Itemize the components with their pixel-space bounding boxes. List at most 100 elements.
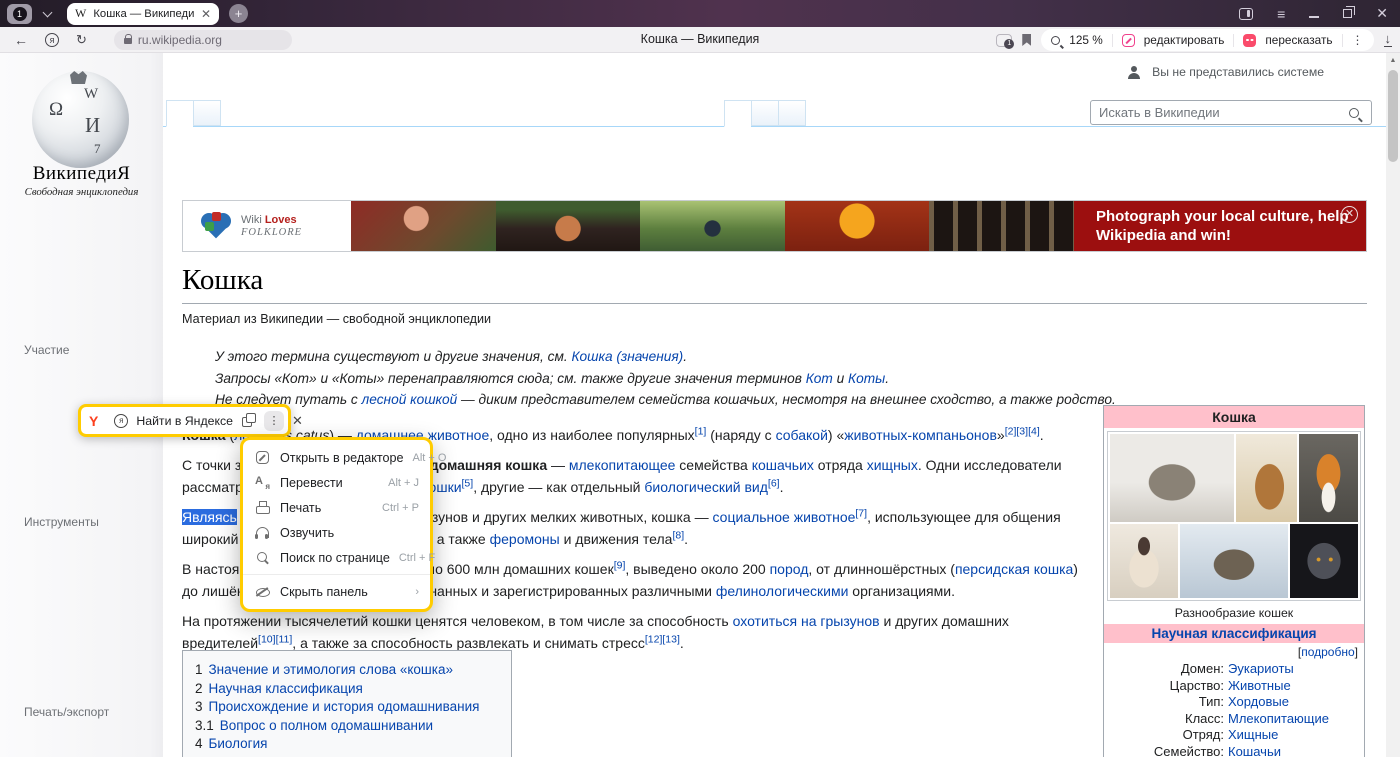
inline-link[interactable]: Коты	[848, 371, 885, 386]
taxonomy-value[interactable]: Животные	[1228, 678, 1291, 695]
wiki-tab[interactable]	[193, 100, 221, 126]
cat-photo-abyssinian[interactable]	[1236, 434, 1297, 522]
yandex-search-icon[interactable]: я	[114, 414, 128, 428]
edit-mode-icon[interactable]	[1122, 34, 1135, 47]
browser-tab[interactable]: W Кошка — Википедия ✕	[67, 3, 219, 25]
toc-link[interactable]: Вопрос о полном одомашнивании	[220, 718, 433, 733]
inline-link[interactable]: кошачьих	[752, 457, 814, 473]
inline-link[interactable]: Кошка (значения)	[571, 349, 683, 364]
reference-link[interactable]: [2]	[1005, 425, 1017, 437]
toc-item[interactable]: 2Научная классификация	[195, 680, 499, 699]
taxonomy-value[interactable]: Эукариоты	[1228, 661, 1294, 678]
reference-link[interactable]: [3]	[1016, 425, 1028, 437]
wiki-tab[interactable]	[166, 100, 193, 127]
retell-button[interactable]: пересказать	[1265, 33, 1332, 47]
reference-link[interactable]: [1]	[695, 425, 707, 437]
restore-icon[interactable]	[1343, 9, 1352, 18]
cat-photo-collage[interactable]	[1107, 431, 1361, 601]
cat-photo-tabby-lying[interactable]	[1110, 434, 1234, 522]
menu-item[interactable]: Поиск по странице Ctrl + F	[243, 545, 430, 570]
scrollbar-thumb[interactable]	[1388, 70, 1398, 162]
inline-link[interactable]: подробно	[1301, 645, 1354, 659]
inline-link[interactable]: хищных	[867, 457, 918, 473]
wikipedia-globe-logo[interactable]: ΩWИ7	[32, 71, 129, 168]
menu-icon[interactable]: ≡	[1277, 6, 1285, 22]
inline-link[interactable]: фелинологическими	[716, 583, 849, 599]
lock-icon[interactable]	[124, 38, 132, 44]
chat-panels-icon[interactable]	[1239, 8, 1253, 20]
reference-link[interactable]: [11]	[276, 633, 293, 645]
inline-link[interactable]: биологический вид	[644, 479, 768, 495]
taxonomy-value[interactable]: Кошачьи	[1228, 744, 1281, 757]
reference-link[interactable]: [9]	[614, 559, 626, 571]
inline-link[interactable]: феромоны	[490, 531, 560, 547]
search-in-yandex-button[interactable]: Найти в Яндексе	[136, 414, 233, 428]
cat-photo-tabby-snow[interactable]	[1180, 524, 1287, 598]
kebab-menu-icon[interactable]: ⋮	[264, 411, 284, 431]
inline-link[interactable]: социальное животное	[713, 509, 856, 525]
tab-group-badge[interactable]: 1	[7, 4, 32, 24]
toc-item[interactable]: 3.1Вопрос о полном одомашнивании	[195, 717, 499, 736]
wiki-tab[interactable]	[724, 100, 751, 127]
scroll-up-arrow[interactable]: ▲	[1386, 53, 1400, 64]
bookmark-icon[interactable]	[1022, 34, 1031, 46]
minimize-icon[interactable]	[1309, 16, 1319, 18]
yandex-icon[interactable]: я	[45, 33, 59, 47]
menu-item[interactable]: Печать Ctrl + P	[243, 495, 430, 520]
reference-link[interactable]: [7]	[855, 507, 867, 519]
zoom-icon[interactable]	[1051, 36, 1060, 45]
cat-photo-gray[interactable]	[1290, 524, 1358, 598]
back-icon[interactable]: ←	[14, 32, 28, 48]
toc-link[interactable]: Биология	[209, 736, 268, 751]
scrollbar[interactable]: ▲	[1386, 53, 1400, 757]
classification-header[interactable]: Научная классификация	[1104, 624, 1364, 643]
banner-message[interactable]: Photograph your local culture, help Wiki…	[1074, 201, 1366, 251]
close-icon[interactable]: ✕	[1376, 5, 1388, 22]
reference-link[interactable]: [6]	[768, 477, 780, 489]
new-tab-button[interactable]: +	[229, 4, 248, 23]
inline-link[interactable]: животных-компаньонов	[844, 427, 997, 443]
edit-button[interactable]: редактировать	[1144, 33, 1225, 47]
menu-item[interactable]: Озвучить	[243, 520, 430, 545]
zoom-level[interactable]: 125 %	[1069, 33, 1102, 47]
menu-item[interactable]: Открыть в редакторе Alt + O	[243, 445, 430, 470]
taxonomy-value[interactable]: Млекопитающие	[1228, 711, 1329, 728]
inline-link[interactable]: млекопитающее	[569, 457, 676, 473]
reference-link[interactable]: [5]	[462, 477, 474, 489]
inline-link[interactable]: Кот	[806, 371, 833, 386]
tab-close-icon[interactable]: ✕	[201, 7, 211, 21]
wikipedia-wordmark[interactable]: ВикипедиЯ	[0, 163, 163, 185]
toc-link[interactable]: Научная классификация	[209, 681, 363, 696]
search-input[interactable]	[1091, 105, 1349, 120]
protect-icon[interactable]: 1	[996, 34, 1012, 47]
cat-photo-siamese[interactable]	[1110, 524, 1178, 598]
download-icon[interactable]: ↓	[1384, 33, 1393, 47]
reload-icon[interactable]: ↻	[76, 32, 87, 48]
taxonomy-value[interactable]: Хищные	[1228, 727, 1278, 744]
reference-link[interactable]: [12]	[645, 633, 663, 645]
address-bar[interactable]: ru.wikipedia.org	[114, 30, 292, 50]
inline-link[interactable]: персидская кошка	[955, 561, 1073, 577]
inline-link[interactable]: охотиться на грызунов	[733, 613, 880, 629]
reference-link[interactable]: [10]	[258, 633, 276, 645]
wiki-tab[interactable]	[778, 100, 806, 126]
inline-link[interactable]: пород	[770, 561, 809, 577]
reference-link[interactable]: [13]	[662, 633, 680, 645]
wiki-search-box[interactable]	[1090, 100, 1372, 125]
copy-icon[interactable]	[241, 413, 256, 428]
inline-link[interactable]: собакой	[776, 427, 828, 443]
search-icon[interactable]	[1349, 108, 1359, 118]
cat-photo-orange-white[interactable]	[1299, 434, 1358, 522]
reference-link[interactable]: [8]	[672, 529, 684, 541]
toc-item[interactable]: 1Значение и этимология слова «кошка»	[195, 661, 499, 680]
retell-icon[interactable]	[1243, 34, 1256, 47]
wiki-loves-folklore-banner[interactable]: Wiki Loves FOLKLORE Photograph your loca…	[182, 200, 1367, 252]
chevron-down-icon[interactable]	[43, 7, 53, 17]
toc-link[interactable]: Происхождение и история одомашнивания	[209, 699, 480, 714]
reference-link[interactable]: [4]	[1028, 425, 1040, 437]
banner-close-icon[interactable]: ✕	[1341, 206, 1358, 223]
taxonomy-value[interactable]: Хордовые	[1228, 694, 1289, 711]
inline-link[interactable]: лесной кошкой	[362, 392, 458, 407]
menu-item[interactable]: Скрыть панель ›	[243, 579, 430, 604]
toc-item[interactable]: 4.1Физиология	[195, 754, 499, 757]
